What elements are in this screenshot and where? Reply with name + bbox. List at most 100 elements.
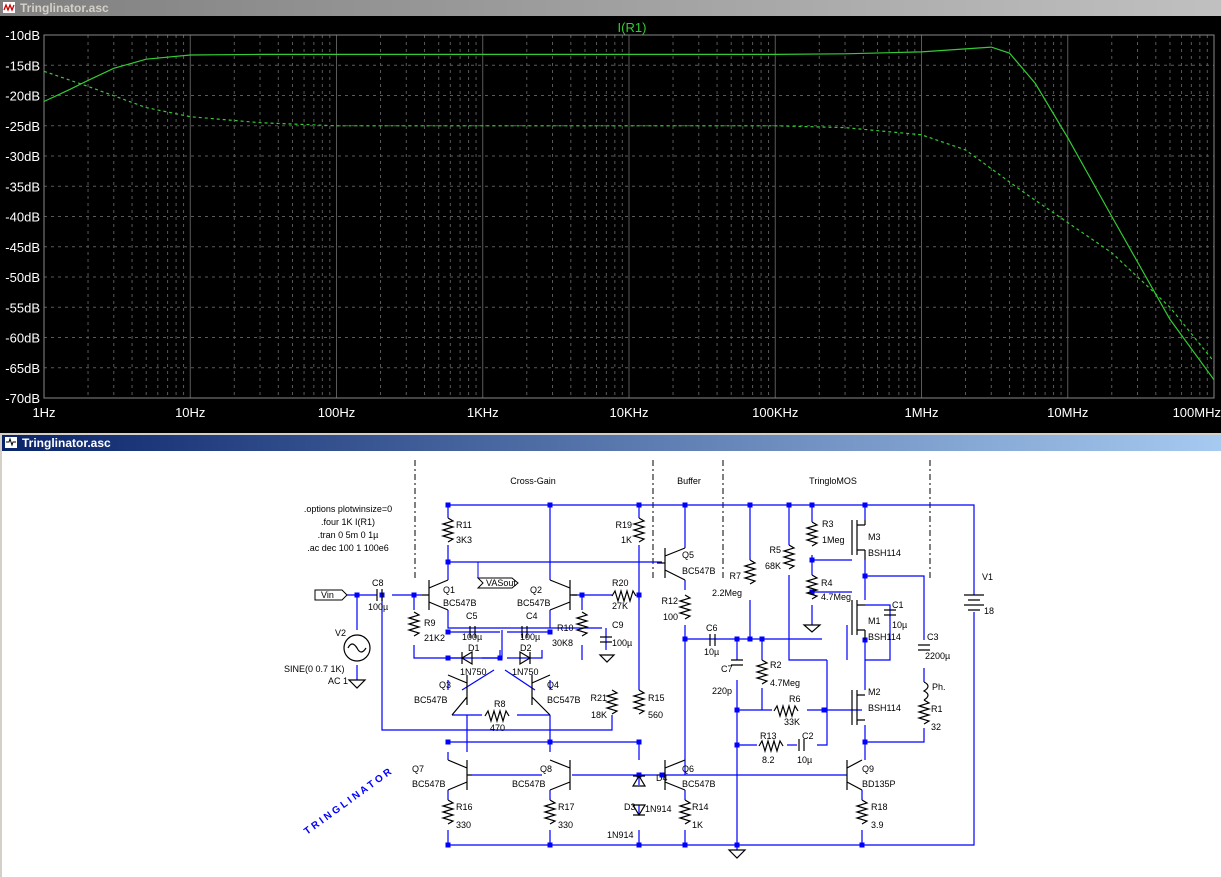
r16-name-label[interactable]: R16 xyxy=(456,802,473,812)
m3-value-label[interactable]: BSH114 xyxy=(868,548,901,558)
q2-value-label[interactable]: BC547B xyxy=(517,598,551,608)
c7-name-label[interactable]: C7 xyxy=(721,664,733,674)
q6-value-label[interactable]: BC547B xyxy=(682,779,716,789)
m2-name-label[interactable]: M2 xyxy=(868,687,881,697)
m1-value-label[interactable]: BSH114 xyxy=(868,632,901,642)
m2-value-label[interactable]: BSH114 xyxy=(868,703,901,713)
q7-name-label[interactable]: Q7 xyxy=(412,764,424,774)
c2-name-label[interactable]: C2 xyxy=(802,731,814,741)
m1-name-label[interactable]: M1 xyxy=(868,616,881,626)
q9-value-label[interactable]: BD135P xyxy=(862,779,896,789)
d2-value-label[interactable]: 1N750 xyxy=(512,667,539,677)
r9-name-label[interactable]: R9 xyxy=(424,618,436,628)
ph-name-label[interactable]: Ph. xyxy=(932,682,946,692)
v1-value-label[interactable]: 18 xyxy=(984,606,994,616)
r21-name-label[interactable]: R21 xyxy=(590,693,607,703)
c9-value-label[interactable]: 100µ xyxy=(612,638,632,648)
d4-name-label[interactable]: D4 xyxy=(656,773,668,783)
q4-value-label[interactable]: BC547B xyxy=(547,695,581,705)
r10-value-label[interactable]: 30K8 xyxy=(552,638,573,648)
r19-value-label[interactable]: 1K xyxy=(621,535,632,545)
c8-value-label[interactable]: 100µ xyxy=(368,602,388,612)
r13-name-label[interactable]: R13 xyxy=(760,731,777,741)
plot-window-titlebar[interactable]: Tringlinator.asc xyxy=(0,0,1221,16)
r1-value-label[interactable]: 32 xyxy=(931,722,941,732)
r15-value-label[interactable]: 560 xyxy=(648,710,663,720)
r10-name-label[interactable]: R10 xyxy=(557,623,574,633)
d3-value-label[interactable]: 1N914 xyxy=(607,830,634,840)
r12-name-label[interactable]: R12 xyxy=(661,596,678,606)
r17-value-label[interactable]: 330 xyxy=(558,820,573,830)
r8-value-label[interactable]: 470 xyxy=(490,723,505,733)
q1-value-label[interactable]: BC547B xyxy=(443,598,477,608)
c7-value-label[interactable]: 220p xyxy=(712,686,732,696)
trace-label[interactable]: I(R1) xyxy=(618,20,647,35)
r15-name-label[interactable]: R15 xyxy=(648,693,665,703)
v1-name-label[interactable]: V1 xyxy=(982,572,993,582)
c1-value-label[interactable]: 10µ xyxy=(892,620,907,630)
r9-value-label[interactable]: 21K2 xyxy=(424,633,445,643)
q7-value-label[interactable]: BC547B xyxy=(412,779,446,789)
q4-name-label[interactable]: Q4 xyxy=(547,680,559,690)
r20-value-label[interactable]: 27K xyxy=(612,601,628,611)
r13-value-label[interactable]: 8.2 xyxy=(762,755,775,765)
r14-name-label[interactable]: R14 xyxy=(692,802,709,812)
c5-value-label[interactable]: 100µ xyxy=(462,632,482,642)
q3-name-label[interactable]: Q3 xyxy=(439,680,451,690)
v2-value-label[interactable]: SINE(0 0.7 1K) xyxy=(284,664,345,674)
d3-name-label[interactable]: D3 xyxy=(624,802,636,812)
c5-name-label[interactable]: C5 xyxy=(466,611,478,621)
q1-name-label[interactable]: Q1 xyxy=(443,585,455,595)
r12-value-label[interactable]: 100 xyxy=(663,612,678,622)
r20-name-label[interactable]: R20 xyxy=(612,578,629,588)
q6-name-label[interactable]: Q6 xyxy=(682,764,694,774)
r3-name-label[interactable]: R3 xyxy=(822,519,834,529)
c6-name-label[interactable]: C6 xyxy=(706,623,718,633)
r19-name-label[interactable]: R19 xyxy=(615,520,632,530)
r17-name-label[interactable]: R17 xyxy=(558,802,575,812)
bode-plot[interactable]: -10dB -15dB -20dB -25dB -30dB -35dB -40dB -45dB… xyxy=(0,16,1221,433)
d2-name-label[interactable]: D2 xyxy=(520,643,532,653)
r14-value-label[interactable]: 1K xyxy=(692,820,703,830)
q8-name-label[interactable]: Q8 xyxy=(540,764,552,774)
q3-value-label[interactable]: BC547B xyxy=(414,695,448,705)
q8-value-label[interactable]: BC547B xyxy=(512,779,546,789)
v2-ac-label[interactable]: AC 1 xyxy=(328,676,348,686)
r6-name-label[interactable]: R6 xyxy=(789,694,801,704)
r18-value-label[interactable]: 3.9 xyxy=(871,820,884,830)
c2-value-label[interactable]: 10µ xyxy=(797,755,812,765)
r21-value-label[interactable]: 18K xyxy=(591,710,607,720)
c4-value-label[interactable]: 100µ xyxy=(520,632,540,642)
c1-name-label[interactable]: C1 xyxy=(892,600,904,610)
r16-value-label[interactable]: 330 xyxy=(456,820,471,830)
d4-value-label[interactable]: 1N914 xyxy=(645,804,672,814)
q2-name-label[interactable]: Q2 xyxy=(530,585,542,595)
r11-value-label[interactable]: 3K3 xyxy=(456,535,472,545)
m3-name-label[interactable]: M3 xyxy=(868,532,881,542)
r2-name-label[interactable]: R2 xyxy=(770,660,782,670)
v2-name-label[interactable]: V2 xyxy=(335,628,346,638)
q5-value-label[interactable]: BC547B xyxy=(682,566,716,576)
c3-name-label[interactable]: C3 xyxy=(927,632,939,642)
r7-value-label[interactable]: 2.2Meg xyxy=(712,588,742,598)
r4-name-label[interactable]: R4 xyxy=(821,578,833,588)
d1-value-label[interactable]: 1N750 xyxy=(460,667,487,677)
c3-value-label[interactable]: 2200µ xyxy=(925,651,950,661)
r6-value-label[interactable]: 33K xyxy=(784,717,800,727)
schematic-canvas[interactable]: Cross-Gain Buffer TringloMOS .options pl… xyxy=(2,451,1219,877)
c4-name-label[interactable]: C4 xyxy=(526,611,538,621)
q9-name-label[interactable]: Q9 xyxy=(862,764,874,774)
r5-value-label[interactable]: 68K xyxy=(765,561,781,571)
r5-name-label[interactable]: R5 xyxy=(769,545,781,555)
r18-name-label[interactable]: R18 xyxy=(871,802,888,812)
r1-name-label[interactable]: R1 xyxy=(931,704,943,714)
r3-value-label[interactable]: 1Meg xyxy=(822,535,845,545)
r2-value-label[interactable]: 4.7Meg xyxy=(770,678,800,688)
c6-value-label[interactable]: 10µ xyxy=(704,647,719,657)
c8-name-label[interactable]: C8 xyxy=(372,578,384,588)
q5-name-label[interactable]: Q5 xyxy=(682,550,694,560)
r4-value-label[interactable]: 4.7Meg xyxy=(821,592,851,602)
d1-name-label[interactable]: D1 xyxy=(468,643,480,653)
r7-name-label[interactable]: R7 xyxy=(729,571,741,581)
schematic-window-titlebar[interactable]: Tringlinator.asc xyxy=(2,435,1221,451)
